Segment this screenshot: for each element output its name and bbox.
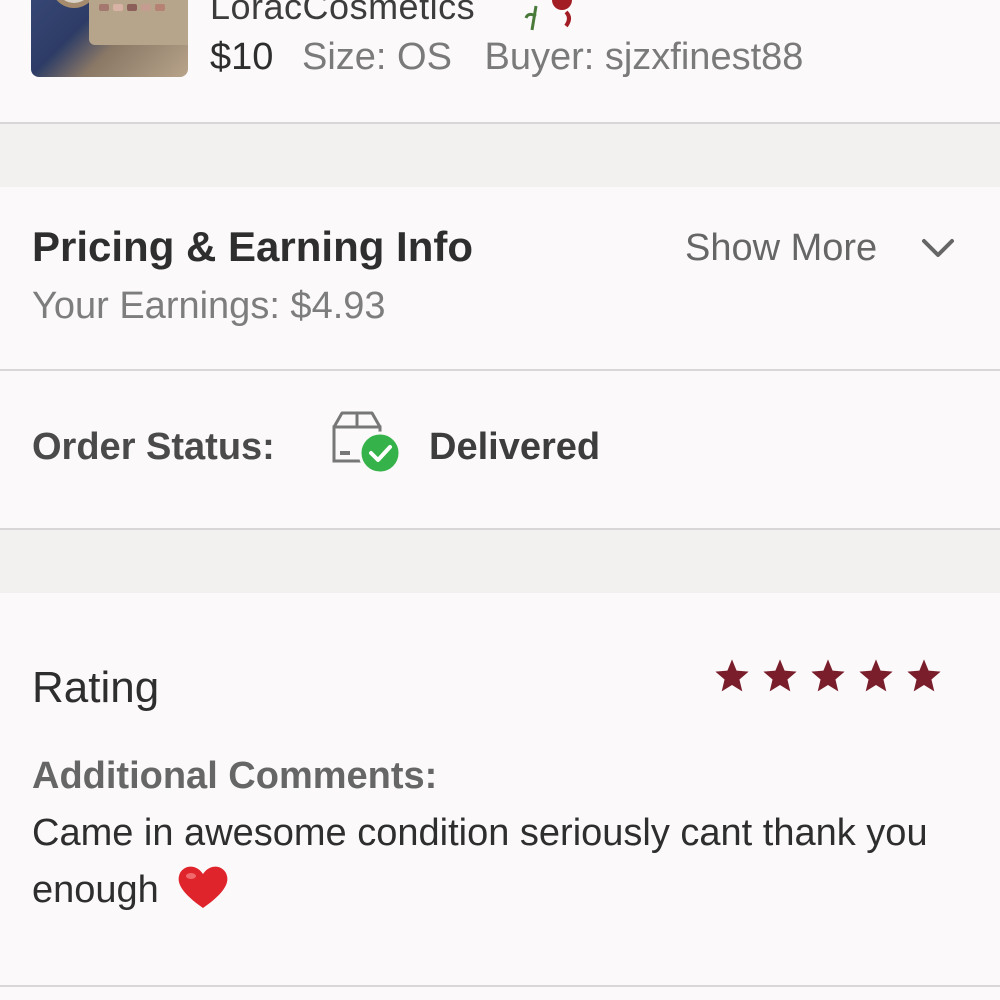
item-meta: $10 Size: OS Buyer: sjzxfinest88 xyxy=(210,36,803,79)
star-icon xyxy=(907,659,941,692)
item-brand: LoracCosmetics xyxy=(210,0,476,27)
item-buyer[interactable]: Buyer: sjzxfinest88 xyxy=(484,36,803,78)
comment-text: Came in awesome condition seriously cant… xyxy=(32,805,982,919)
delivered-box-icon xyxy=(332,411,402,475)
pricing-section: Pricing & Earning Info Show More Your Ea… xyxy=(0,187,1000,371)
palette-image xyxy=(89,0,188,45)
heart-icon xyxy=(179,866,228,908)
earnings-text: Your Earnings: $4.93 xyxy=(32,285,386,327)
star-icon xyxy=(859,659,893,692)
order-status-label: Order Status: xyxy=(32,426,275,468)
pricing-title: Pricing & Earning Info xyxy=(32,223,474,270)
comments-label: Additional Comments: xyxy=(32,755,438,797)
section-divider xyxy=(0,124,1000,187)
rating-label: Rating xyxy=(32,663,160,712)
comment-body: Came in awesome condition seriously cant… xyxy=(32,812,928,911)
rating-section: Rating Additional Comments: Came in awes… xyxy=(0,593,1000,987)
order-status-value: Delivered xyxy=(429,426,601,468)
item-price: $10 xyxy=(210,36,274,78)
rose-icon xyxy=(524,0,572,31)
chevron-down-icon[interactable] xyxy=(918,233,958,263)
star-icon xyxy=(811,659,845,692)
item-size: Size: OS xyxy=(301,36,452,78)
order-details-page: LoracCosmetics $10 Size: OS Buyer: sjzxf… xyxy=(0,0,1000,1000)
star-icon xyxy=(715,659,749,692)
star-rating xyxy=(713,657,943,695)
item-thumbnail[interactable] xyxy=(31,0,188,77)
section-divider xyxy=(0,530,1000,593)
show-more-button[interactable]: Show More xyxy=(685,227,877,270)
star-icon xyxy=(763,659,797,692)
order-status-section: Order Status: Delivered xyxy=(0,371,1000,530)
item-summary[interactable]: LoracCosmetics $10 Size: OS Buyer: sjzxf… xyxy=(0,0,1000,124)
